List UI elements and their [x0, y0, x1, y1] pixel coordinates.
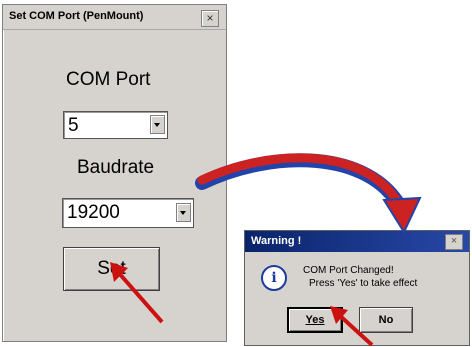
chevron-down-icon[interactable] — [150, 115, 165, 134]
yes-button[interactable]: Yes — [287, 307, 343, 333]
dialog-message-line2: Press 'Yes' to take effect — [309, 278, 418, 289]
dialog-message-line1: COM Port Changed! — [303, 265, 394, 276]
dialog-title: Warning ! — [251, 235, 302, 247]
set-com-port-window: Set COM Port (PenMount) × COM Port 5 Bau… — [2, 4, 227, 342]
baudrate-value: 19200 — [67, 202, 120, 223]
chevron-down-icon[interactable] — [176, 203, 191, 222]
com-port-label: COM Port — [66, 69, 151, 90]
window-title: Set COM Port (PenMount) — [9, 10, 144, 22]
com-port-value: 5 — [68, 115, 79, 136]
info-icon: i — [261, 265, 287, 291]
curved-arrow-icon — [195, 153, 422, 235]
com-port-dropdown[interactable]: 5 — [63, 111, 168, 139]
warning-dialog: Warning ! × i COM Port Changed! Press 'Y… — [244, 230, 470, 346]
no-button[interactable]: No — [359, 307, 413, 333]
set-button[interactable]: Set — [63, 247, 160, 291]
close-button[interactable]: × — [445, 234, 463, 250]
window-titlebar: Set COM Port (PenMount) × — [3, 5, 226, 30]
baudrate-label: Baudrate — [77, 157, 155, 178]
dialog-titlebar: Warning ! × — [245, 231, 469, 252]
close-button[interactable]: × — [201, 10, 219, 27]
baudrate-dropdown[interactable]: 19200 — [62, 198, 194, 228]
